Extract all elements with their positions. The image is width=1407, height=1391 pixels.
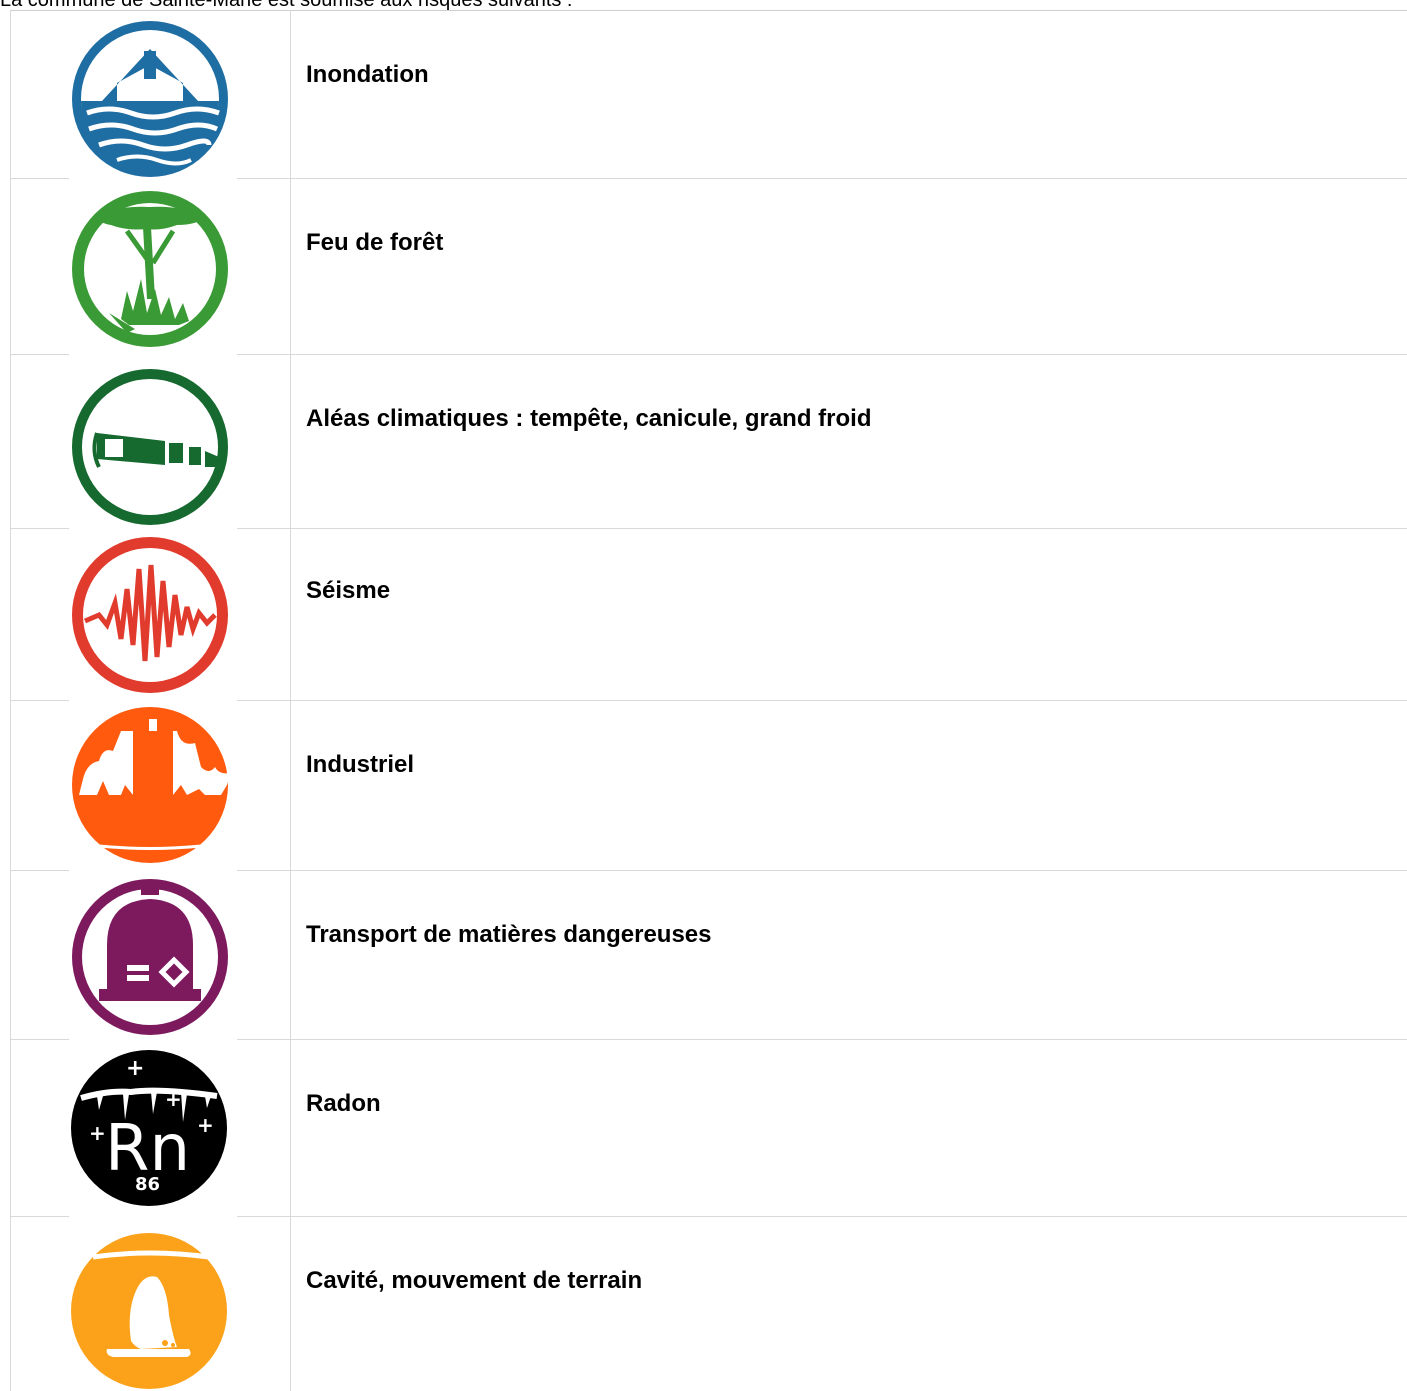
risk-label: Cavité, mouvement de terrain [306, 1267, 643, 1294]
risk-table: Inondation Feu de forêt Aléas climatique… [10, 10, 1407, 1391]
label-cell: Cavité, mouvement de terrain [290, 1216, 1407, 1391]
earthquake-icon [69, 529, 237, 701]
label-cell: Transport de matières dangereuses [290, 870, 1407, 1040]
label-cell: Radon [290, 1039, 1407, 1217]
page: La commune de Sainte-Marie est soumise a… [0, 0, 1407, 1391]
icon-cell: + + + + Rn 86 [10, 1039, 291, 1217]
flood-icon [69, 11, 237, 179]
label-cell: Feu de forêt [290, 178, 1407, 355]
risk-label: Transport de matières dangereuses [306, 921, 712, 948]
icon-cell [10, 178, 291, 355]
table-row: + + + + Rn 86 Radon [10, 1039, 1407, 1217]
label-cell: Inondation [290, 10, 1407, 179]
table-row: Industriel [10, 700, 1407, 871]
climate-icon [69, 355, 237, 529]
icon-cell [10, 700, 291, 871]
cavity-icon [69, 1217, 237, 1391]
icon-cell [10, 354, 291, 529]
icon-cell [10, 1216, 291, 1391]
svg-text:+: + [89, 1121, 106, 1145]
hazmat-transport-icon [69, 871, 237, 1040]
icon-cell [10, 870, 291, 1040]
forest-fire-icon [69, 179, 237, 355]
svg-text:+: + [197, 1113, 214, 1137]
label-cell: Aléas climatiques : tempête, canicule, g… [290, 354, 1407, 529]
icon-cell [10, 10, 291, 179]
table-row: Feu de forêt [10, 178, 1407, 355]
table-row: Cavité, mouvement de terrain [10, 1216, 1407, 1391]
risk-label: Inondation [306, 61, 429, 88]
radon-atomic-number: 86 [135, 1174, 160, 1195]
risk-label: Séisme [306, 577, 391, 604]
label-cell: Séisme [290, 528, 1407, 701]
table-row: Inondation [10, 10, 1407, 179]
table-row: Transport de matières dangereuses [10, 870, 1407, 1040]
table-row: Séisme [10, 528, 1407, 701]
industrial-icon [69, 701, 237, 871]
svg-text:+: + [126, 1056, 144, 1081]
risk-label: Feu de forêt [306, 229, 444, 256]
radon-icon: + + + + Rn 86 [69, 1040, 237, 1217]
intro-text: La commune de Sainte-Marie est soumise a… [0, 0, 573, 11]
risk-label: Industriel [306, 751, 415, 778]
risk-label: Aléas climatiques : tempête, canicule, g… [306, 405, 872, 432]
svg-text:+: + [165, 1087, 182, 1111]
label-cell: Industriel [290, 700, 1407, 871]
table-row: Aléas climatiques : tempête, canicule, g… [10, 354, 1407, 529]
risk-label: Radon [306, 1090, 381, 1117]
icon-cell [10, 528, 291, 701]
